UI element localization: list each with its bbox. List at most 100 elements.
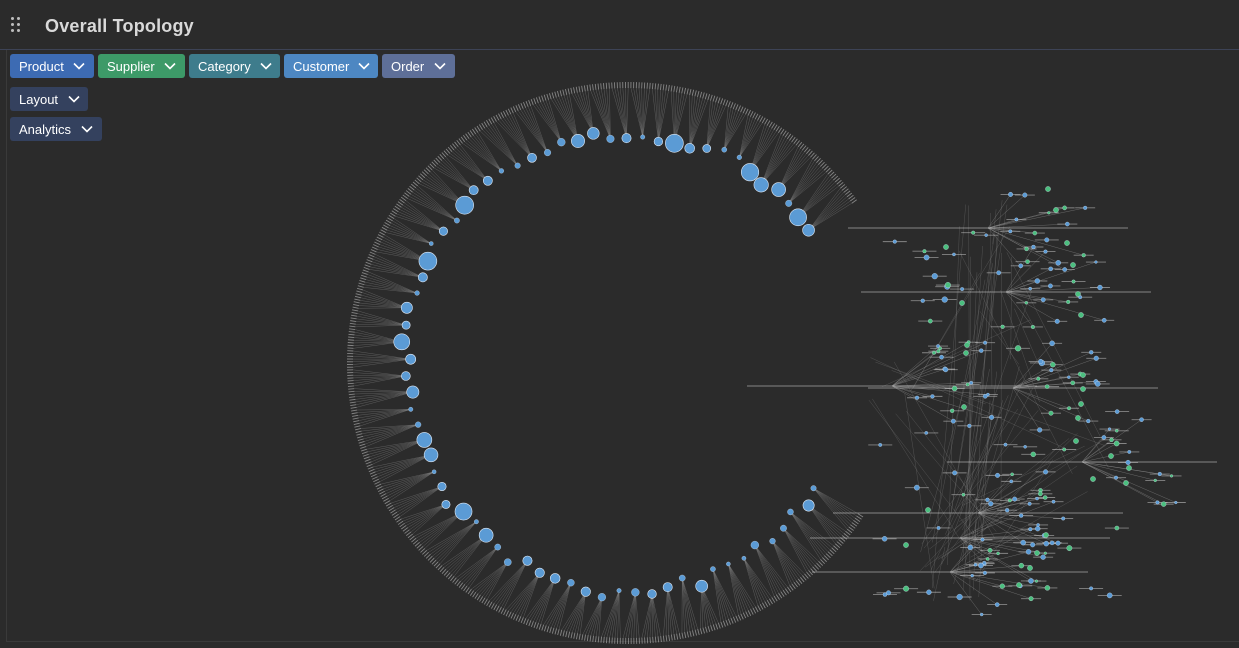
product-hub-node[interactable] bbox=[401, 320, 411, 330]
supplier-node[interactable] bbox=[943, 244, 949, 250]
cluster-leaf-node[interactable] bbox=[1049, 340, 1055, 347]
graph-node[interactable] bbox=[1003, 442, 1008, 447]
supplier-node[interactable] bbox=[1108, 453, 1114, 459]
category-filter-button[interactable]: Category bbox=[189, 54, 280, 78]
supplier-node[interactable] bbox=[1126, 465, 1132, 471]
product-hub-node[interactable] bbox=[802, 223, 815, 237]
cluster-leaf-node[interactable] bbox=[1005, 508, 1010, 513]
cluster-leaf-node[interactable] bbox=[967, 544, 973, 551]
cluster-leaf-node[interactable] bbox=[994, 602, 1000, 607]
supplier-node[interactable] bbox=[1027, 565, 1033, 571]
graph-node[interactable] bbox=[1023, 445, 1027, 449]
graph-node[interactable] bbox=[995, 472, 1000, 478]
cluster-leaf-node[interactable] bbox=[1034, 278, 1040, 284]
graph-node[interactable] bbox=[1044, 384, 1050, 389]
cluster-leaf-node[interactable] bbox=[1028, 527, 1033, 532]
product-hub-node[interactable] bbox=[653, 136, 664, 147]
cluster-leaf-node[interactable] bbox=[1101, 318, 1107, 323]
product-hub-node[interactable] bbox=[750, 540, 759, 550]
graph-node[interactable] bbox=[961, 492, 966, 497]
product-hub-node[interactable] bbox=[494, 543, 502, 551]
graph-node[interactable] bbox=[1089, 586, 1093, 591]
product-hub-node[interactable] bbox=[741, 556, 747, 561]
product-hub-node[interactable] bbox=[587, 127, 600, 140]
cluster-leaf-node[interactable] bbox=[1097, 284, 1103, 291]
graph-node[interactable] bbox=[936, 526, 941, 530]
cluster-leaf-node[interactable] bbox=[1040, 297, 1046, 303]
graph-node[interactable] bbox=[1106, 592, 1113, 599]
product-hub-node[interactable] bbox=[640, 134, 646, 140]
cluster-leaf-node[interactable] bbox=[996, 551, 1000, 556]
cluster-leaf-node[interactable] bbox=[1107, 427, 1112, 431]
cluster-leaf-node[interactable] bbox=[1030, 324, 1035, 329]
product-hub-node[interactable] bbox=[753, 177, 769, 193]
product-hub-node[interactable] bbox=[789, 208, 807, 227]
supplier-node[interactable] bbox=[1034, 550, 1040, 556]
cluster-leaf-node[interactable] bbox=[1161, 501, 1167, 507]
graph-node[interactable] bbox=[952, 470, 958, 476]
cluster-leaf-node[interactable] bbox=[1035, 526, 1041, 532]
product-hub-node[interactable] bbox=[544, 149, 551, 157]
supplier-node[interactable] bbox=[1064, 240, 1070, 246]
cluster-leaf-node[interactable] bbox=[1044, 585, 1051, 591]
cluster-leaf-node[interactable] bbox=[988, 501, 994, 507]
cluster-leaf-node[interactable] bbox=[1028, 286, 1032, 291]
product-hub-node[interactable] bbox=[580, 586, 591, 597]
graph-node[interactable] bbox=[960, 287, 964, 291]
product-hub-node[interactable] bbox=[414, 290, 420, 296]
graph-node[interactable] bbox=[914, 484, 920, 491]
cluster-leaf-node[interactable] bbox=[936, 349, 941, 354]
supplier-node[interactable] bbox=[964, 342, 970, 348]
cluster-leaf-node[interactable] bbox=[1032, 230, 1038, 236]
supplier-node[interactable] bbox=[959, 300, 965, 306]
cluster-leaf-node[interactable] bbox=[1062, 205, 1067, 211]
graph-node[interactable] bbox=[882, 592, 888, 597]
cluster-leaf-node[interactable] bbox=[987, 547, 993, 553]
product-hub-node[interactable] bbox=[678, 574, 686, 582]
cluster-leaf-node[interactable] bbox=[951, 385, 958, 392]
topology-graph[interactable] bbox=[0, 0, 1239, 648]
cluster-leaf-node[interactable] bbox=[989, 414, 995, 420]
cluster-leaf-node[interactable] bbox=[1157, 471, 1162, 477]
product-hub-node[interactable] bbox=[597, 593, 606, 602]
graph-node[interactable] bbox=[1044, 237, 1050, 243]
supplier-node[interactable] bbox=[1078, 312, 1084, 318]
product-hub-node[interactable] bbox=[478, 527, 494, 543]
supplier-node[interactable] bbox=[1016, 582, 1022, 588]
graph-node[interactable] bbox=[923, 254, 930, 261]
cluster-leaf-node[interactable] bbox=[973, 563, 978, 567]
cluster-leaf-node[interactable] bbox=[1012, 496, 1018, 502]
supplier-node[interactable] bbox=[961, 404, 967, 410]
product-hub-node[interactable] bbox=[498, 168, 504, 174]
cluster-leaf-node[interactable] bbox=[979, 348, 984, 353]
graph-node[interactable] bbox=[927, 318, 933, 324]
graph-node[interactable] bbox=[924, 431, 929, 435]
supplier-node[interactable] bbox=[1073, 438, 1079, 444]
graph-node[interactable] bbox=[1038, 359, 1044, 364]
cluster-leaf-node[interactable] bbox=[1034, 579, 1039, 583]
cluster-leaf-node[interactable] bbox=[1040, 554, 1046, 560]
supplier-node[interactable] bbox=[903, 542, 909, 548]
cluster-leaf-node[interactable] bbox=[1139, 417, 1144, 422]
cluster-leaf-node[interactable] bbox=[1008, 229, 1013, 234]
product-hub-node[interactable] bbox=[702, 144, 712, 153]
graph-node[interactable] bbox=[1025, 259, 1030, 264]
cluster-leaf-node[interactable] bbox=[1048, 283, 1053, 289]
product-hub-node[interactable] bbox=[405, 353, 417, 365]
graph-node[interactable] bbox=[1115, 429, 1119, 433]
supplier-node[interactable] bbox=[1123, 480, 1129, 486]
graph-node[interactable] bbox=[920, 298, 925, 303]
cluster-leaf-node[interactable] bbox=[1109, 437, 1114, 442]
product-hub-node[interactable] bbox=[406, 385, 420, 399]
cluster-leaf-node[interactable] bbox=[1048, 410, 1054, 416]
cluster-leaf-node[interactable] bbox=[999, 583, 1005, 589]
cluster-leaf-node[interactable] bbox=[982, 570, 987, 575]
product-hub-node[interactable] bbox=[710, 566, 716, 572]
product-hub-node[interactable] bbox=[400, 301, 413, 314]
graph-node[interactable] bbox=[970, 573, 974, 578]
product-hub-node[interactable] bbox=[606, 134, 615, 143]
cluster-leaf-node[interactable] bbox=[1155, 500, 1160, 505]
product-hub-node[interactable] bbox=[802, 499, 815, 512]
product-hub-node[interactable] bbox=[810, 485, 817, 492]
graph-node[interactable] bbox=[950, 408, 955, 413]
